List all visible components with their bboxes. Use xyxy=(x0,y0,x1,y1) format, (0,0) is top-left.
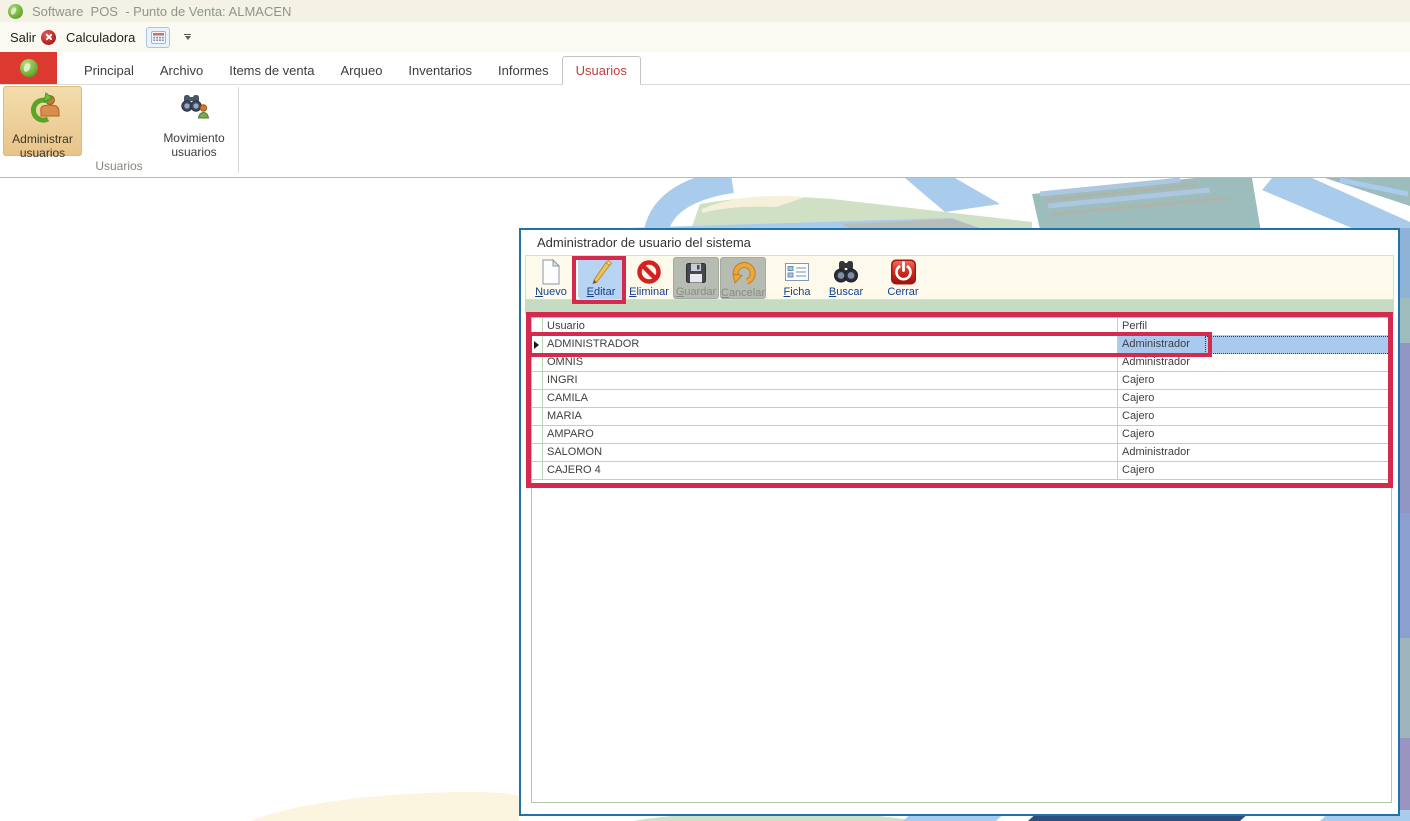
cell-perfil[interactable]: Administrador xyxy=(1118,444,1391,461)
table-row-camila[interactable]: CAMILA Cajero xyxy=(532,390,1391,408)
workspace: Administrador de usuario del sistema Nue… xyxy=(0,178,1410,821)
table-row-maria[interactable]: MARIA Cajero xyxy=(532,408,1391,426)
dialog-toolbar: Nuevo Editar xyxy=(525,255,1394,300)
toolbar-green-strip xyxy=(525,300,1394,314)
cell-usuario[interactable]: AMPARO xyxy=(543,426,1118,443)
calculadora-button[interactable]: Calculadora xyxy=(66,27,170,48)
ficha-button[interactable]: Ficha xyxy=(774,257,820,299)
tab-inventarios[interactable]: Inventarios xyxy=(395,58,485,84)
admin-users-icon xyxy=(26,92,60,129)
eliminar-button[interactable]: Eliminar xyxy=(626,257,672,299)
editar-button[interactable]: Editar xyxy=(578,257,624,299)
nuevo-button[interactable]: Nuevo xyxy=(528,257,574,299)
nuevo-icon xyxy=(537,259,565,285)
cell-usuario[interactable]: ADMINISTRADOR xyxy=(543,336,1118,353)
buscar-button[interactable]: Buscar xyxy=(823,257,869,299)
salir-label: Salir xyxy=(10,30,36,45)
ficha-icon xyxy=(783,259,811,285)
cell-usuario[interactable]: SALOMON xyxy=(543,444,1118,461)
column-header-usuario[interactable]: Usuario xyxy=(543,318,1118,335)
cell-usuario[interactable]: OMNIS xyxy=(543,354,1118,371)
qat-customize-button[interactable] xyxy=(184,34,191,41)
guardar-icon xyxy=(682,260,710,285)
dialog-title: Administrador de usuario del sistema xyxy=(537,230,751,255)
app-icon xyxy=(8,4,23,19)
guardar-button[interactable]: Guardar xyxy=(673,257,719,299)
tab-principal[interactable]: Principal xyxy=(71,58,147,84)
table-row-salomon[interactable]: SALOMON Administrador xyxy=(532,444,1391,462)
quick-access-toolbar: Salir Calculadora xyxy=(0,22,1410,52)
cell-usuario[interactable]: CAJERO 4 xyxy=(543,462,1118,479)
cell-perfil[interactable]: Cajero xyxy=(1118,390,1391,407)
row-indicator-icon xyxy=(532,336,543,353)
column-header-perfil[interactable]: Perfil xyxy=(1118,318,1391,335)
table-row-amparo[interactable]: AMPARO Cajero xyxy=(532,426,1391,444)
user-admin-dialog: Administrador de usuario del sistema Nue… xyxy=(519,228,1400,816)
cell-perfil[interactable]: Cajero xyxy=(1118,408,1391,425)
app-logo-icon xyxy=(20,59,38,77)
cancelar-icon xyxy=(729,260,757,286)
movimiento-usuarios-label-line2: usuarios xyxy=(171,145,216,159)
ribbon-group-separator xyxy=(238,87,239,173)
qat-customize-icon xyxy=(184,34,191,36)
header-indicator-cell xyxy=(532,318,543,335)
movimiento-usuarios-button[interactable]: Movimiento usuarios xyxy=(149,86,239,156)
grid-header-row: Usuario Perfil xyxy=(532,318,1391,336)
ribbon-content: Administrar usuarios Movimien xyxy=(0,85,1410,178)
selection-focus-rect xyxy=(1205,336,1390,354)
tab-informes[interactable]: Informes xyxy=(485,58,562,84)
ribbon-group-label: Usuarios xyxy=(0,159,238,173)
cerrar-icon xyxy=(889,259,917,285)
movimiento-usuarios-label-line1: Movimiento xyxy=(163,131,224,145)
ribbon-tab-bar: Principal Archivo Items de venta Arqueo … xyxy=(0,52,1410,85)
tab-items-de-venta[interactable]: Items de venta xyxy=(216,58,327,84)
administrar-usuarios-label-line1: Administrar xyxy=(12,132,73,146)
tab-arqueo[interactable]: Arqueo xyxy=(328,58,396,84)
eliminar-icon xyxy=(635,259,663,285)
table-row-omnis[interactable]: OMNIS Administrador xyxy=(532,354,1391,372)
users-grid: Usuario Perfil ADMINISTRADOR Administrad… xyxy=(531,317,1392,803)
cell-perfil[interactable]: Cajero xyxy=(1118,462,1391,479)
tab-usuarios[interactable]: Usuarios xyxy=(562,56,641,85)
movimiento-usuarios-icon xyxy=(177,91,211,128)
table-row-ingri[interactable]: INGRI Cajero xyxy=(532,372,1391,390)
cell-usuario[interactable]: MARIA xyxy=(543,408,1118,425)
cell-perfil[interactable]: Cajero xyxy=(1118,426,1391,443)
editar-icon xyxy=(587,259,615,285)
cell-usuario[interactable]: CAMILA xyxy=(543,390,1118,407)
calculadora-icon xyxy=(146,27,170,48)
tab-archivo[interactable]: Archivo xyxy=(147,58,216,84)
administrar-usuarios-label-line2: usuarios xyxy=(20,146,65,160)
buscar-icon xyxy=(832,259,860,285)
salir-button[interactable]: Salir xyxy=(10,30,56,45)
cancelar-button[interactable]: Cancelar xyxy=(720,257,766,299)
table-row-cajero4[interactable]: CAJERO 4 Cajero xyxy=(532,462,1391,480)
cell-usuario[interactable]: INGRI xyxy=(543,372,1118,389)
title-bar: Software POS - Punto de Venta: ALMACEN xyxy=(0,0,1410,23)
window-title: Software POS - Punto de Venta: ALMACEN xyxy=(32,4,291,19)
app-window: Software POS - Punto de Venta: ALMACEN S… xyxy=(0,0,1410,821)
salir-icon xyxy=(41,30,56,45)
cerrar-button[interactable]: Cerrar xyxy=(880,257,926,299)
calculadora-label: Calculadora xyxy=(66,30,135,45)
cell-perfil[interactable]: Cajero xyxy=(1118,372,1391,389)
administrar-usuarios-button[interactable]: Administrar usuarios xyxy=(3,86,82,156)
cell-perfil[interactable]: Administrador xyxy=(1118,354,1391,371)
file-menu-button[interactable] xyxy=(0,52,57,84)
